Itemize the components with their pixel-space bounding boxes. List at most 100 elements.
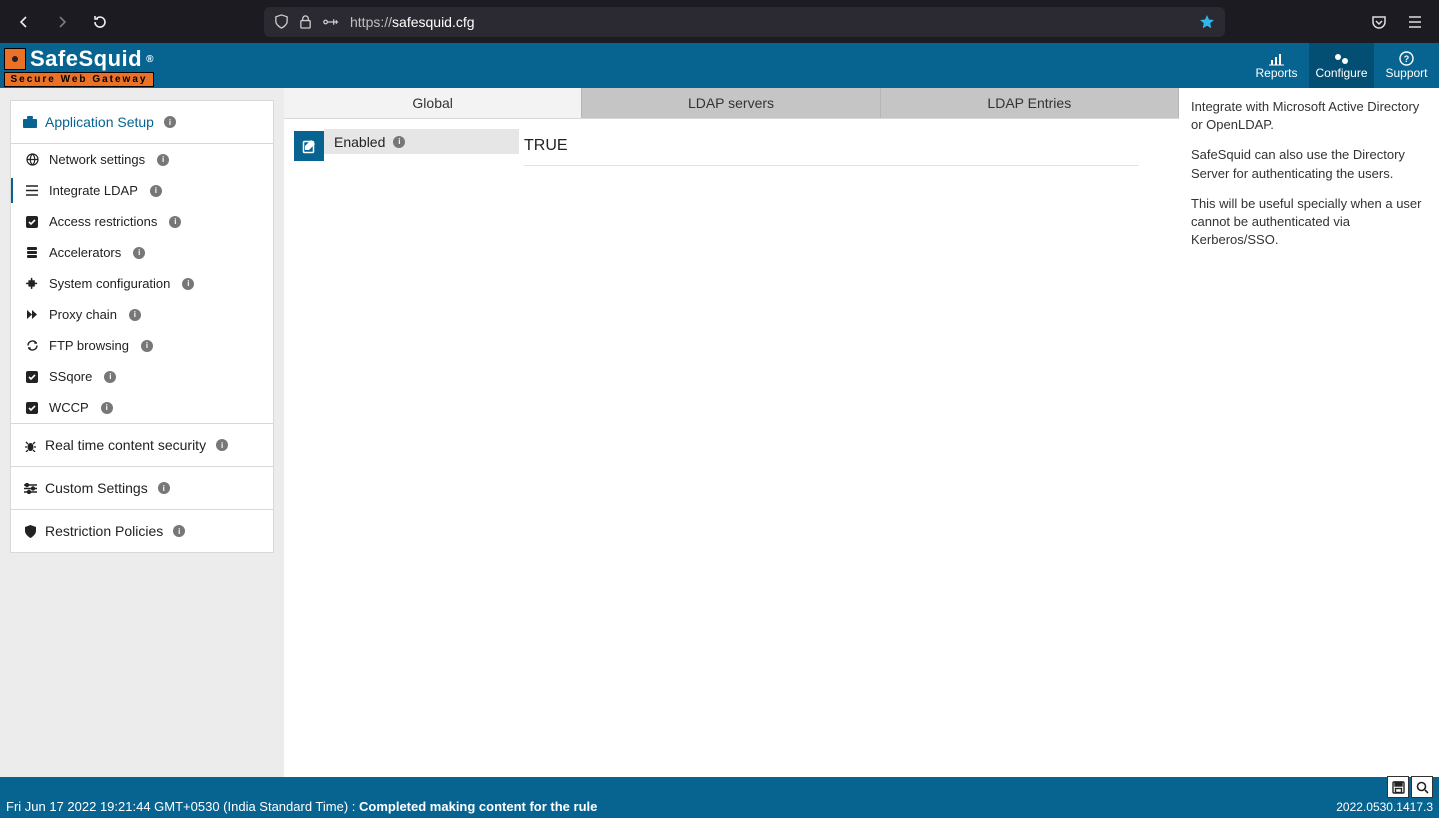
sliders-icon	[23, 483, 37, 494]
permissions-icon	[322, 15, 340, 29]
info-icon[interactable]: i	[182, 278, 194, 290]
sidebar-item-proxychain[interactable]: Proxy chain i	[11, 299, 273, 330]
globe-icon	[25, 153, 39, 166]
brand-logo[interactable]: SafeSquid ® Secure Web Gateway	[0, 43, 160, 88]
info-icon[interactable]: i	[173, 525, 185, 537]
url-bar[interactable]: https://safesquid.cfg	[264, 7, 1225, 37]
info-icon[interactable]: i	[164, 116, 176, 128]
svg-text:?: ?	[1404, 54, 1410, 64]
tab-ldap-servers[interactable]: LDAP servers	[582, 88, 880, 118]
version-text: 2022.0530.1417.3	[1336, 800, 1433, 814]
sidebar-item-network[interactable]: Network settings i	[11, 144, 273, 175]
sidebar-item-ftp[interactable]: FTP browsing i	[11, 330, 273, 361]
info-icon[interactable]: i	[158, 482, 170, 494]
pocket-icon[interactable]	[1365, 8, 1393, 36]
help-paragraph: SafeSquid can also use the Directory Ser…	[1191, 146, 1431, 182]
forward-icon	[25, 309, 39, 320]
app-menu-icon[interactable]	[1401, 8, 1429, 36]
sidebar-header-custom[interactable]: Custom Settings i	[11, 467, 273, 509]
sidebar-item-ldap[interactable]: Integrate LDAP i	[11, 175, 273, 206]
info-icon[interactable]: i	[157, 154, 169, 166]
sidebar-rtcs-label: Real time content security	[45, 437, 206, 453]
edit-button[interactable]	[294, 131, 324, 161]
search-icon-button[interactable]	[1411, 776, 1433, 798]
main-panel: Global LDAP servers LDAP Entries Enabled	[284, 88, 1439, 777]
status-message: Completed making content for the rule	[359, 799, 597, 814]
info-icon[interactable]: i	[133, 247, 145, 259]
field-label-cell: Enabled i	[324, 129, 519, 154]
browser-toolbar: https://safesquid.cfg	[0, 0, 1439, 43]
field-value: TRUE	[524, 137, 568, 154]
lock-icon	[299, 14, 312, 29]
url-prefix: https://	[350, 14, 392, 30]
field-label: Enabled	[334, 134, 385, 150]
sidebar-custom-label: Custom Settings	[45, 480, 148, 496]
info-icon[interactable]: i	[101, 402, 113, 414]
sidebar-header-restriction[interactable]: Restriction Policies i	[11, 510, 273, 552]
shield-icon	[23, 525, 37, 538]
sidebar-item-label: Accelerators	[49, 245, 121, 260]
top-action-support[interactable]: ? Support	[1374, 43, 1439, 88]
status-bar: Fri Jun 17 2022 19:21:44 GMT+0530 (India…	[0, 777, 1439, 818]
help-paragraph: This will be useful specially when a use…	[1191, 195, 1431, 250]
sidebar-item-label: System configuration	[49, 276, 170, 291]
top-action-configure-label: Configure	[1315, 66, 1367, 80]
check-square-icon	[25, 371, 39, 383]
database-icon	[25, 246, 39, 259]
list-icon	[25, 185, 39, 196]
sidebar-item-ssqore[interactable]: SSqore i	[11, 361, 273, 392]
info-icon[interactable]: i	[393, 136, 405, 148]
info-icon[interactable]: i	[104, 371, 116, 383]
sidebar-item-label: Integrate LDAP	[49, 183, 138, 198]
check-square-icon	[25, 216, 39, 228]
back-button[interactable]	[10, 8, 38, 36]
sidebar-item-wccp[interactable]: WCCP i	[11, 392, 273, 423]
sidebar-item-access[interactable]: Access restrictions i	[11, 206, 273, 237]
cogs-icon	[1333, 52, 1350, 66]
sidebar-item-label: SSqore	[49, 369, 92, 384]
sidebar-item-accelerators[interactable]: Accelerators i	[11, 237, 273, 268]
brand-reg: ®	[146, 54, 154, 65]
sidebar-header-rtcs[interactable]: Real time content security i	[11, 424, 273, 466]
forward-button[interactable]	[48, 8, 76, 36]
puzzle-icon	[25, 277, 39, 290]
sidebar-item-sysconfig[interactable]: System configuration i	[11, 268, 273, 299]
sidebar-header-label: Application Setup	[45, 114, 154, 130]
url-host: safesquid.cfg	[392, 14, 475, 30]
info-icon[interactable]: i	[129, 309, 141, 321]
tabs-row: Global LDAP servers LDAP Entries	[284, 88, 1179, 119]
tab-label: LDAP servers	[688, 95, 774, 111]
tab-label: LDAP Entries	[987, 95, 1071, 111]
info-icon[interactable]: i	[141, 340, 153, 352]
save-icon-button[interactable]	[1387, 776, 1409, 798]
sidebar-item-label: Network settings	[49, 152, 145, 167]
help-icon: ?	[1399, 51, 1414, 66]
refresh-icon	[25, 339, 39, 352]
tab-global[interactable]: Global	[284, 88, 582, 118]
info-icon[interactable]: i	[216, 439, 228, 451]
refresh-button[interactable]	[86, 8, 114, 36]
top-action-reports[interactable]: Reports	[1244, 43, 1309, 88]
chart-icon	[1269, 52, 1285, 66]
brand-name: SafeSquid	[30, 46, 142, 72]
bug-icon	[23, 439, 37, 452]
tab-ldap-entries[interactable]: LDAP Entries	[881, 88, 1179, 118]
help-panel: Integrate with Microsoft Active Director…	[1179, 88, 1439, 777]
info-icon[interactable]: i	[150, 185, 162, 197]
sidebar-restriction-label: Restriction Policies	[45, 523, 163, 539]
top-action-configure[interactable]: Configure	[1309, 43, 1374, 88]
sidebar-item-label: FTP browsing	[49, 338, 129, 353]
top-action-reports-label: Reports	[1255, 66, 1297, 80]
sidebar-header-app-setup[interactable]: Application Setup i	[11, 101, 273, 144]
info-icon[interactable]: i	[169, 216, 181, 228]
brand-tagline: Secure Web Gateway	[4, 72, 154, 87]
sidebar-item-label: Access restrictions	[49, 214, 157, 229]
app-header: SafeSquid ® Secure Web Gateway Reports Co…	[0, 43, 1439, 88]
main-layout: Application Setup i Network settings i I…	[0, 88, 1439, 777]
shield-icon	[274, 14, 289, 29]
bookmark-star-icon[interactable]	[1199, 14, 1215, 30]
url-text: https://safesquid.cfg	[350, 14, 475, 30]
logo-gear-icon	[4, 48, 26, 70]
status-timestamp: Fri Jun 17 2022 19:21:44 GMT+0530 (India…	[6, 799, 359, 814]
sidebar-item-label: Proxy chain	[49, 307, 117, 322]
